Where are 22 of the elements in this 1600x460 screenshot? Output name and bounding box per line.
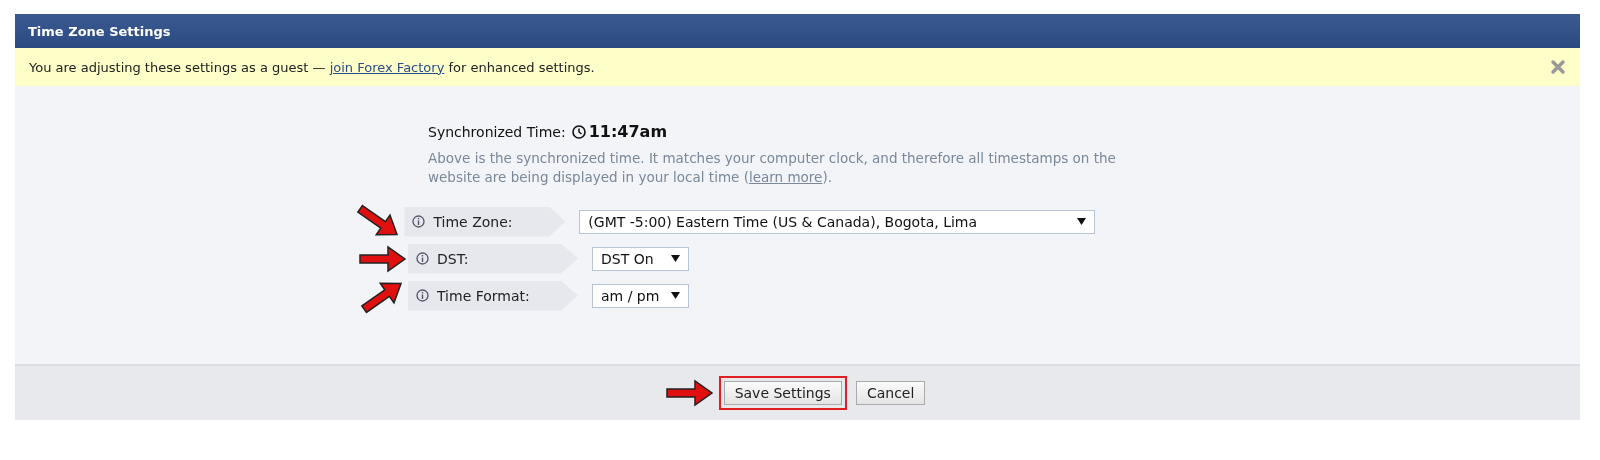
caret-icon — [1077, 218, 1086, 225]
sync-description: Above is the synchronized time. It matches your computer clock, and therefore all timestamps on the website are being displayed in your local time (learn more). — [428, 149, 1117, 187]
dropdown[interactable]: (GMT -5:00) Eastern Time (US & Canada), Bogota, Lima — [579, 209, 1095, 234]
label-text: Time Format: — [437, 287, 530, 304]
sync-label: Synchronized Time: — [428, 123, 566, 140]
guest-notice: You are adjusting these settings as a guest — join Forex Factory for enhanced settings. — [29, 59, 595, 75]
cancel-button[interactable]: Cancel — [855, 381, 926, 405]
dropdown[interactable]: am / pm — [592, 283, 689, 308]
label-text: DST: — [437, 250, 469, 267]
info-icon[interactable] — [412, 215, 426, 228]
caret-icon — [671, 292, 680, 299]
join-link[interactable]: join Forex Factory — [329, 59, 445, 75]
label-text: Time Zone: — [433, 213, 513, 230]
panel-title: Time Zone Settings — [15, 14, 1580, 48]
dropdown[interactable]: DST On — [592, 246, 689, 271]
clock-icon — [571, 124, 586, 139]
save-button[interactable]: Save Settings — [723, 381, 842, 405]
sync-time: 11:47am — [588, 122, 668, 141]
info-icon[interactable] — [416, 289, 429, 302]
caret-icon — [671, 255, 680, 262]
info-icon[interactable] — [416, 252, 429, 265]
close-icon[interactable] — [1550, 59, 1566, 75]
